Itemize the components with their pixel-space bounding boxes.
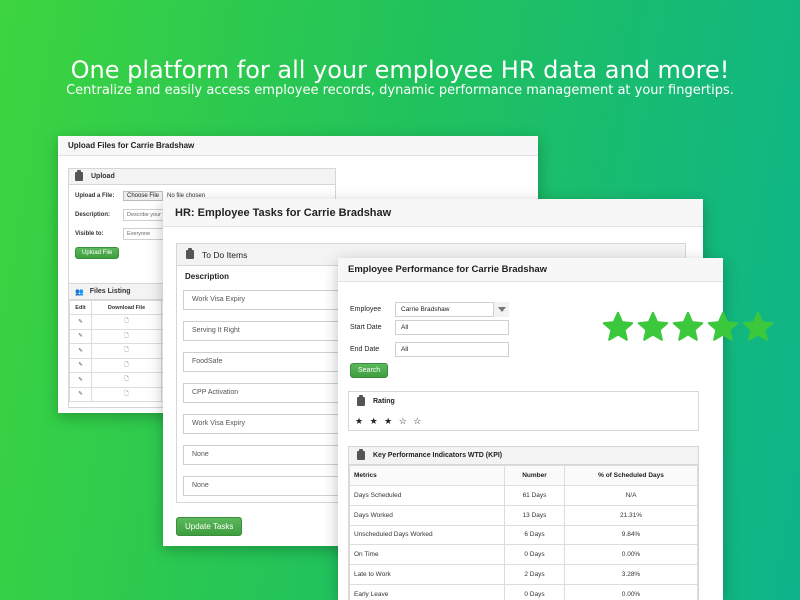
pencil-icon[interactable]: ✎ [69, 372, 92, 388]
kpi-title: Key Performance Indicators WTD (KPI) [373, 452, 503, 459]
star-icon [742, 311, 774, 341]
pencil-icon[interactable]: ✎ [69, 357, 92, 373]
kpi-pct: 0.00% [564, 583, 698, 600]
upload-box-title: Upload [91, 173, 115, 180]
kpi-metric: On Time [349, 544, 505, 566]
kpi-metric: Early Leave [349, 583, 505, 600]
choose-file-button[interactable]: Choose File [123, 191, 164, 201]
upload-panel-title: Upload Files for Carrie Bradshaw [58, 136, 538, 156]
files-col-edit: Edit [69, 300, 92, 315]
upload-file-button[interactable]: Upload File [75, 247, 120, 259]
employee-row: Employee Carrie Bradshaw [350, 302, 509, 317]
rating-stars: ★ ★ ★ ☆ ☆ [355, 416, 424, 426]
people-icon: 👥 [75, 288, 84, 296]
table-row: Days Scheduled 61 Days N/A [349, 485, 698, 506]
kpi-box-header: Key Performance Indicators WTD (KPI) [349, 447, 698, 465]
table-row: Days Worked 13 Days 21.31% [349, 504, 698, 526]
employee-select[interactable]: Carrie Bradshaw [395, 302, 509, 317]
task-input[interactable]: Work Visa Expiry [183, 290, 343, 310]
hero-title: One platform for all your employee HR da… [70, 56, 730, 84]
start-date-input[interactable]: All [395, 320, 509, 335]
kpi-col-pct: % of Scheduled Days [564, 465, 698, 486]
kpi-col-number: Number [504, 465, 565, 486]
kpi-pct: 3.28% [564, 564, 698, 585]
files-col-download: Download File [91, 300, 162, 315]
clipboard-icon [186, 248, 194, 259]
file-icon[interactable]: 🗋 [91, 314, 162, 330]
file-icon[interactable]: 🗋 [91, 357, 162, 373]
kpi-pct: 9.84% [564, 524, 698, 546]
kpi-table: Metrics Number % of Scheduled Days Days … [349, 465, 698, 600]
kpi-number: 6 Days [504, 524, 565, 546]
file-icon[interactable]: 🗋 [91, 372, 162, 388]
tasks-panel-title: HR: Employee Tasks for Carrie Bradshaw [163, 199, 703, 227]
kpi-metric: Days Scheduled [349, 485, 505, 506]
table-row: Early Leave 0 Days 0.00% [349, 583, 698, 600]
file-icon[interactable]: 🗋 [91, 328, 162, 344]
end-date-row: End Date All [350, 342, 509, 357]
kpi-pct: 21.31% [564, 504, 698, 526]
description-column-header: Description [185, 272, 230, 281]
table-row: Unscheduled Days Worked 6 Days 9.84% [349, 524, 698, 546]
employee-select-value: Carrie Bradshaw [395, 302, 509, 317]
end-date-label: End Date [350, 346, 380, 353]
chevron-down-icon[interactable] [493, 302, 509, 317]
file-icon[interactable]: 🗋 [91, 386, 162, 402]
pencil-icon[interactable]: ✎ [69, 314, 92, 330]
kpi-number: 0 Days [504, 583, 565, 600]
star-icon [707, 311, 739, 341]
big-rating-stars [601, 310, 775, 344]
file-label: Upload a File: [75, 193, 115, 199]
table-row: On Time 0 Days 0.00% [349, 544, 698, 566]
start-date-row: Start Date All [350, 320, 509, 335]
perf-panel-title: Employee Performance for Carrie Bradshaw [338, 258, 723, 282]
kpi-number: 2 Days [504, 564, 565, 585]
description-row: Description: Describe your file [75, 209, 173, 221]
todo-box-title: To Do Items [202, 249, 248, 260]
kpi-metric: Days Worked [349, 504, 505, 526]
upload-box-header: Upload [69, 169, 335, 185]
task-input[interactable]: None [183, 445, 343, 465]
kpi-pct: 0.00% [564, 544, 698, 566]
task-input[interactable]: FoodSafe [183, 352, 343, 372]
kpi-number: 13 Days [504, 504, 565, 526]
description-label: Description: [75, 212, 111, 218]
hero-subtitle: Centralize and easily access employee re… [66, 83, 734, 98]
clipboard-icon [75, 170, 83, 181]
task-input[interactable]: CPP Activation [183, 383, 343, 403]
files-listing-title: Files Listing [89, 288, 131, 295]
star-icon [602, 311, 634, 341]
task-input[interactable]: None [183, 476, 343, 496]
pencil-icon[interactable]: ✎ [69, 386, 92, 402]
kpi-metric: Late to Work [349, 564, 505, 585]
kpi-box: Key Performance Indicators WTD (KPI) Met… [348, 446, 699, 600]
kpi-table-body: Days Scheduled 61 Days N/A Days Worked 13 Da… [349, 485, 698, 600]
update-tasks-button[interactable]: Update Tasks [176, 517, 243, 536]
kpi-col-metrics: Metrics [349, 465, 505, 486]
pencil-icon[interactable]: ✎ [69, 343, 92, 359]
kpi-metric: Unscheduled Days Worked [349, 524, 505, 546]
table-row: Late to Work 2 Days 3.28% [349, 564, 698, 585]
pencil-icon[interactable]: ✎ [69, 328, 92, 344]
search-button[interactable]: Search [350, 363, 389, 378]
rating-box: Rating ★ ★ ★ ☆ ☆ [348, 391, 699, 431]
employee-label: Employee [350, 306, 382, 313]
clipboard-icon [357, 449, 365, 460]
start-date-label: Start Date [350, 324, 382, 331]
end-date-input[interactable]: All [395, 342, 509, 357]
clipboard-icon [357, 394, 365, 406]
kpi-pct: N/A [564, 485, 698, 506]
task-input[interactable]: Serving It Right [183, 321, 343, 341]
rating-box-header: Rating [349, 392, 698, 410]
file-icon[interactable]: 🗋 [91, 343, 162, 359]
visible-label: Visible to: [75, 231, 104, 237]
star-icon [637, 311, 669, 341]
star-icon [672, 311, 704, 341]
kpi-number: 61 Days [504, 485, 565, 506]
visible-row: Visible to: Everyone [75, 228, 173, 240]
task-input[interactable]: Work Visa Expiry [183, 414, 343, 434]
kpi-number: 0 Days [504, 544, 565, 566]
rating-title: Rating [373, 397, 395, 405]
